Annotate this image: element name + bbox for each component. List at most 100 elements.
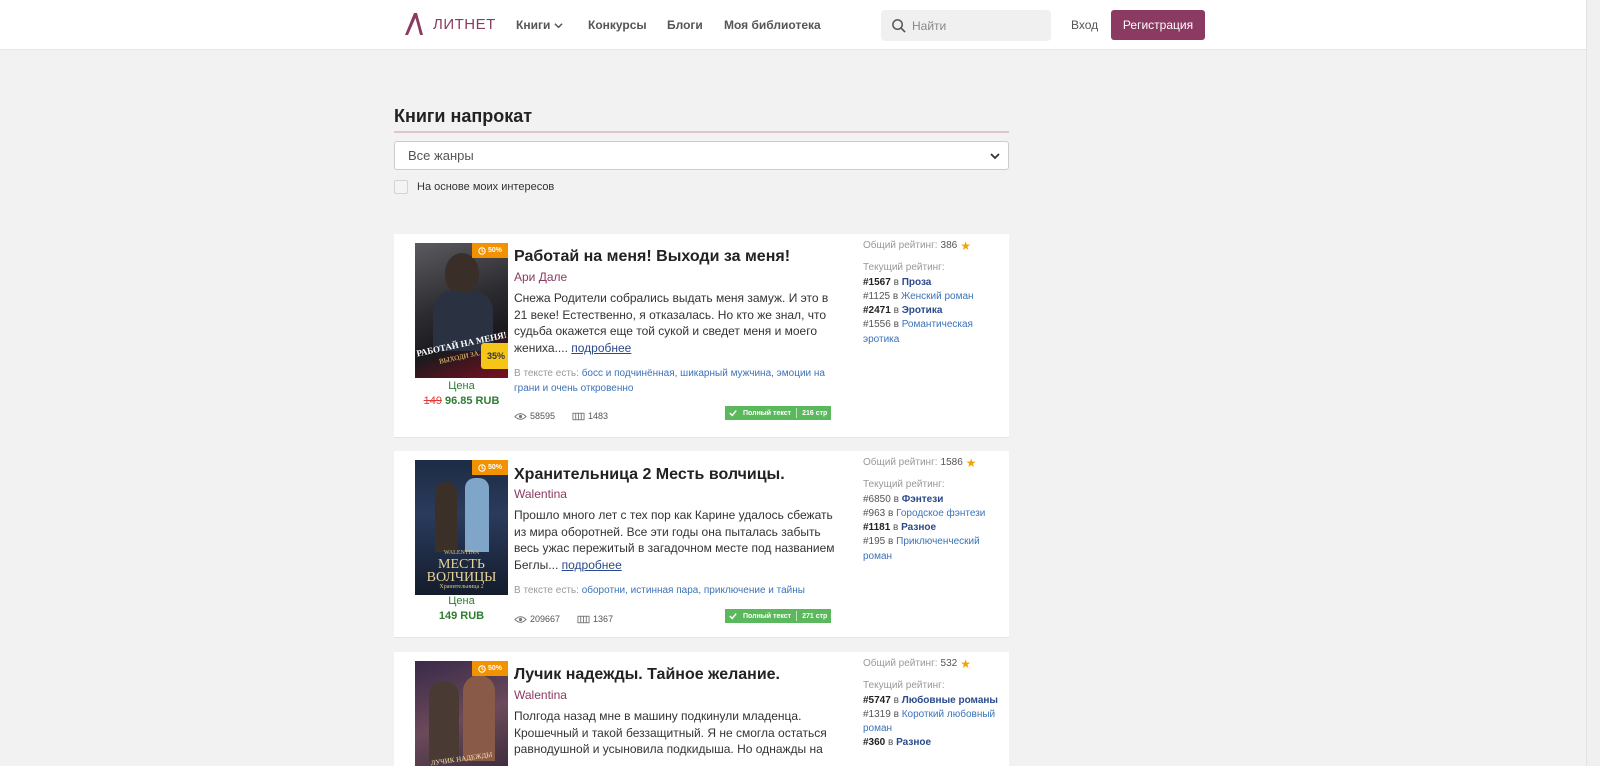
library-count: 1483 (588, 411, 609, 421)
rank-in: в (888, 536, 894, 548)
book-title-link[interactable]: Хранительница 2 Месть волчицы. (514, 466, 785, 484)
logo-text: ЛИТНЕТ (433, 15, 496, 33)
rating-box: Общий рейтинг: 532 ★ Текущий рейтинг: #574… (863, 657, 1003, 751)
rating-total: Общий рейтинг: 386 ★ (863, 239, 1003, 253)
book-author-link[interactable]: Ари Дале (514, 270, 567, 284)
rank-in: в (888, 737, 894, 749)
register-button[interactable]: Регистрация (1111, 10, 1205, 40)
rank-in: в (893, 708, 899, 720)
fulltext-separator (796, 408, 798, 418)
rank-line: #195 в Приключенческий роман (863, 535, 1003, 564)
rating-box: Общий рейтинг: 1586 ★ Текущий рейтинг: #68… (863, 456, 1003, 564)
rank-number: #5747 (863, 694, 891, 706)
sale-tag: 35% (481, 343, 508, 369)
views-count: 58595 (530, 411, 556, 421)
nav-my-library[interactable]: Моя библиотека (724, 18, 821, 32)
rating-total-value: 532 (940, 658, 958, 669)
discount-badge: 50% (472, 243, 508, 258)
discount-value: 50% (487, 665, 502, 672)
search-input[interactable] (912, 18, 1042, 33)
page-scrollbar[interactable] (1586, 0, 1600, 766)
price-new: 96.85 RUB (444, 395, 500, 407)
star-icon: ★ (965, 456, 977, 470)
cover-figure (435, 482, 457, 552)
star-icon: ★ (960, 239, 971, 253)
nav-blogs[interactable]: Блоги (667, 18, 703, 32)
rank-line: #360 в Разное (863, 736, 1003, 750)
cover-image: ЛУЧИК НАДЕЖДЫ 50% (415, 661, 508, 766)
book-cover[interactable]: РАБОТАЙ НА МЕНЯ! ВЫХОДИ ЗА... 50% 35% (415, 243, 508, 378)
rank-genre-link[interactable]: Разное (901, 522, 936, 533)
site-logo[interactable]: ЛИТНЕТ (403, 12, 496, 36)
book-cover[interactable]: WALENTINA МЕСТЬ ВОЛЧИЦЫ Хранительница 2 … (415, 460, 508, 595)
fulltext-separator (796, 611, 798, 621)
book-cover[interactable]: ЛУЧИК НАДЕЖДЫ 50% (415, 661, 508, 766)
book-title-link[interactable]: Работай на меня! Выходи за меня! (514, 248, 790, 266)
rank-genre-link[interactable]: Фэнтези (902, 494, 944, 505)
rank-line: #1319 в Короткий любовный роман (863, 708, 1003, 737)
book-description: Прошло много лет с тех пор как Карине уд… (514, 507, 836, 573)
views-count: 209667 (530, 614, 561, 624)
nav-contests[interactable]: Конкурсы (588, 18, 647, 32)
rank-genre-link[interactable]: Любовные романы (902, 695, 998, 706)
cover-title: МЕСТЬ ВОЛЧИЦЫ (426, 557, 497, 585)
more-link[interactable]: подробнее (571, 341, 631, 355)
fulltext-label: Полный текст (743, 612, 792, 620)
rank-genre-link[interactable]: Разное (896, 737, 931, 748)
rank-in: в (893, 276, 899, 288)
eye-icon (514, 412, 527, 420)
book-stats: 58595 1483 (514, 411, 608, 421)
book-author-link[interactable]: Walentina (514, 688, 567, 702)
discount-badge: 50% (472, 661, 508, 676)
price-old: 149 (423, 395, 442, 407)
tags-list[interactable]: оборотни, истинная пара, приключение и т… (582, 585, 805, 596)
rank-in: в (893, 493, 899, 505)
chevron-down-icon (990, 152, 1000, 159)
clock-icon (478, 246, 486, 255)
rating-current-label: Текущий рейтинг: (863, 479, 945, 491)
rank-number: #1556 (863, 319, 891, 331)
book-tags: В тексте есть: оборотни, истинная пара, … (514, 584, 836, 599)
cover-image: WALENTINA МЕСТЬ ВОЛЧИЦЫ Хранительница 2 … (415, 460, 508, 595)
rank-number: #1319 (863, 708, 891, 720)
book-card: WALENTINA МЕСТЬ ВОЛЧИЦЫ Хранительница 2 … (394, 451, 1009, 638)
interest-filter[interactable]: На основе моих интересов (394, 180, 554, 194)
rank-line: #1567 в Проза (863, 276, 1003, 290)
discount-value: 50% (487, 464, 502, 471)
book-title-link[interactable]: Лучик надежды. Тайное желание. (514, 666, 780, 684)
nav-books-menu[interactable]: Книги (516, 18, 563, 32)
rating-total-label: Общий рейтинг: (863, 658, 938, 669)
rank-genre-link[interactable]: Женский роман (901, 291, 974, 302)
book-author-link[interactable]: Walentina (514, 487, 567, 501)
search-box[interactable] (881, 10, 1051, 41)
views-stat: 209667 (514, 614, 560, 624)
interest-checkbox[interactable] (394, 180, 408, 194)
rating-total-label: Общий рейтинг: (863, 240, 938, 251)
page-count: 216 стр (802, 409, 828, 417)
genre-select-value: Все жанры (408, 148, 474, 163)
interest-label: На основе моих интересов (417, 181, 555, 193)
book-description-text: Полгода назад мне в машину подкинули мла… (514, 709, 827, 756)
cover-figure (445, 253, 479, 293)
genre-select[interactable]: Все жанры (394, 141, 1009, 170)
rank-line: #5747 в Любовные романы (863, 694, 1003, 708)
book-description: Снежа Родители собрались выдать меня зам… (514, 290, 836, 356)
fulltext-badge: Полный текст 271 стр (725, 609, 832, 623)
rank-number: #2471 (863, 305, 891, 317)
chevron-down-icon (554, 22, 563, 28)
star-icon: ★ (960, 657, 971, 671)
rank-line: #2471 в Эротика (863, 304, 1003, 318)
rank-genre-link[interactable]: Проза (902, 277, 932, 288)
discount-badge: 50% (472, 460, 508, 475)
login-link[interactable]: Вход (1071, 18, 1098, 32)
library-count: 1367 (593, 614, 614, 624)
rank-number: #1567 (863, 276, 891, 288)
book-tags: В тексте есть: босс и подчинённая, шикар… (514, 367, 836, 396)
more-link[interactable]: подробнее (562, 558, 622, 572)
rank-genre-link[interactable]: Городское фэнтези (896, 508, 985, 519)
search-icon (892, 19, 906, 33)
rank-genre-link[interactable]: Эротика (902, 305, 943, 316)
rank-number: #1181 (863, 522, 891, 534)
rank-line: #1181 в Разное (863, 521, 1003, 535)
fulltext-label: Полный текст (743, 409, 792, 417)
